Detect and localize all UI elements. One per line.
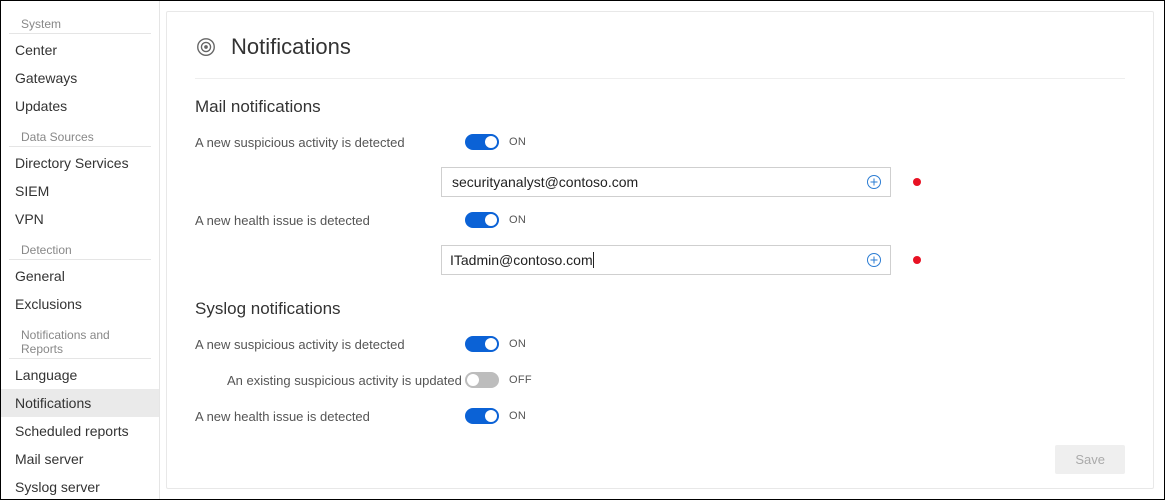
toggle-wrap: ON: [465, 134, 526, 150]
sidebar-group-header: System: [9, 13, 151, 34]
save-button[interactable]: Save: [1055, 445, 1125, 474]
app-window: SystemCenterGatewaysUpdatesData SourcesD…: [0, 0, 1165, 500]
mail-row-health: A new health issue is detected ON: [195, 205, 1125, 235]
sidebar-item-updates[interactable]: Updates: [1, 92, 159, 120]
toggle-state-label: ON: [509, 136, 526, 148]
sidebar-item-directory-services[interactable]: Directory Services: [1, 149, 159, 177]
mail-row-label: A new health issue is detected: [195, 213, 465, 228]
email-input-box: ITadmin@contoso.com: [441, 245, 891, 275]
syslog-row-suspicious: A new suspicious activity is detected ON: [195, 329, 1125, 359]
add-email-icon[interactable]: [866, 174, 882, 190]
mail-row-label: A new suspicious activity is detected: [195, 135, 465, 150]
syslog-row-label: A new suspicious activity is detected: [195, 337, 465, 352]
toggle-state-label: ON: [509, 410, 526, 422]
syslog-section-title: Syslog notifications: [195, 299, 1125, 319]
toggle-state-label: ON: [509, 214, 526, 226]
sidebar-item-language[interactable]: Language: [1, 361, 159, 389]
sidebar-item-general[interactable]: General: [1, 262, 159, 290]
syslog-row-label: A new health issue is detected: [195, 409, 465, 424]
sidebar-group-header: Notifications and Reports: [9, 324, 151, 359]
validation-error-indicator: [913, 178, 921, 186]
sidebar-item-notifications[interactable]: Notifications: [1, 389, 159, 417]
sidebar-item-syslog-server[interactable]: Syslog server: [1, 473, 159, 499]
page-title: Notifications: [231, 34, 351, 60]
email-row-2: ITadmin@contoso.com: [195, 245, 1125, 275]
toggle-suspicious-mail[interactable]: [465, 134, 499, 150]
email-input-box: [441, 167, 891, 197]
toggle-state-label: OFF: [509, 374, 532, 386]
sidebar-group-header: Data Sources: [9, 126, 151, 147]
syslog-row-label: An existing suspicious activity is updat…: [195, 373, 465, 388]
sidebar-group-header: Detection: [9, 239, 151, 260]
syslog-row-health: A new health issue is detected ON: [195, 401, 1125, 431]
sidebar-item-vpn[interactable]: VPN: [1, 205, 159, 233]
sidebar-item-exclusions[interactable]: Exclusions: [1, 290, 159, 318]
settings-panel: Notifications Mail notifications A new s…: [166, 11, 1154, 489]
toggle-wrap: ON: [465, 212, 526, 228]
sidebar-item-siem[interactable]: SIEM: [1, 177, 159, 205]
page-title-row: Notifications: [195, 34, 1125, 79]
toggle-updated-syslog[interactable]: [465, 372, 499, 388]
toggle-state-label: ON: [509, 338, 526, 350]
sidebar-item-center[interactable]: Center: [1, 36, 159, 64]
sidebar-item-gateways[interactable]: Gateways: [1, 64, 159, 92]
mail-row-suspicious: A new suspicious activity is detected ON: [195, 127, 1125, 157]
sidebar-item-mail-server[interactable]: Mail server: [1, 445, 159, 473]
email-input-suspicious[interactable]: [450, 173, 866, 191]
sidebar-item-scheduled-reports[interactable]: Scheduled reports: [1, 417, 159, 445]
main-area: Notifications Mail notifications A new s…: [159, 1, 1164, 499]
syslog-row-updated: An existing suspicious activity is updat…: [195, 365, 1125, 395]
toggle-health-mail[interactable]: [465, 212, 499, 228]
toggle-suspicious-syslog[interactable]: [465, 336, 499, 352]
sidebar: SystemCenterGatewaysUpdatesData SourcesD…: [1, 1, 159, 499]
target-icon: [195, 36, 217, 58]
mail-section-title: Mail notifications: [195, 97, 1125, 117]
email-row-1: [195, 167, 1125, 197]
validation-error-indicator: [913, 256, 921, 264]
toggle-health-syslog[interactable]: [465, 408, 499, 424]
